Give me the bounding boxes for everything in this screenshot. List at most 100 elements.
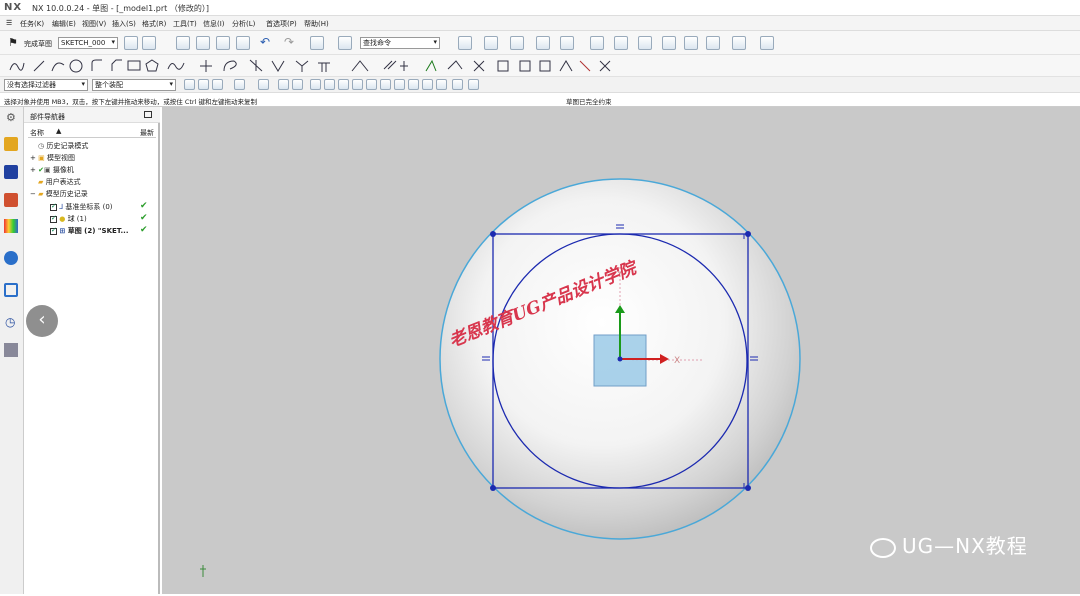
menu-insert[interactable]: 插入(S): [112, 19, 136, 29]
part-navigator-icon[interactable]: [4, 137, 18, 151]
snap-view-icon[interactable]: [684, 36, 698, 50]
status-bar: 选择对象并使用 MB3，双击，按下左键并拖动来移动，或按住 Ctrl 键和左键拖…: [0, 93, 1080, 107]
snap-endpoint-icon[interactable]: [310, 79, 321, 90]
save-icon[interactable]: [176, 36, 190, 50]
layer-icon[interactable]: [536, 36, 550, 50]
snap-bounded-icon[interactable]: [452, 79, 463, 90]
finish-sketch-button[interactable]: 完成草图: [24, 39, 52, 49]
cut-icon[interactable]: [196, 36, 210, 50]
tree-item-history-mode[interactable]: ◷ 历史记录模式: [38, 141, 88, 151]
lasso-icon[interactable]: [258, 79, 269, 90]
select-all-icon[interactable]: [184, 79, 195, 90]
history-icon[interactable]: [4, 283, 18, 297]
model-viewport[interactable]: Y X 老恩教育UG产品设计学院: [162, 107, 1080, 594]
arc-icon: [51, 62, 65, 72]
column-name[interactable]: 名称: [30, 128, 44, 138]
gear-icon[interactable]: ⚙: [6, 111, 16, 124]
sketch-name-select[interactable]: SKETCH_000: [58, 37, 118, 49]
repeat-command-icon[interactable]: [310, 36, 324, 50]
snap-surface-icon[interactable]: [436, 79, 447, 90]
tree-item-user-expressions[interactable]: ▰ 用户表达式: [38, 177, 81, 187]
tree-item-sketch[interactable]: ⊞ 草图 (2) "SKET...: [50, 226, 128, 236]
body-select-icon[interactable]: [292, 79, 303, 90]
snap-arc-center-icon[interactable]: [366, 79, 377, 90]
menu-preferences[interactable]: 首选项(P): [266, 19, 297, 29]
navigator-title: 部件导航器: [30, 113, 65, 121]
menu-edit[interactable]: 编辑(E): [52, 19, 76, 29]
snap-existing-point-icon[interactable]: [408, 79, 419, 90]
menu-tools[interactable]: 工具(T): [173, 19, 197, 29]
shaded-view-icon[interactable]: [510, 36, 524, 50]
tree-item-sphere[interactable]: ● 球 (1): [50, 214, 87, 224]
visibility-checkbox[interactable]: [50, 214, 57, 223]
csys-icon: ⅃: [59, 203, 64, 211]
vertex-point: [745, 485, 751, 491]
graphics-window[interactable]: Y X 老恩教育UG产品设计学院: [162, 107, 1080, 594]
sketch-orient-icon[interactable]: [124, 36, 138, 50]
menu-help[interactable]: 帮助(H): [304, 19, 329, 29]
column-recent[interactable]: 最新: [140, 128, 154, 138]
measure-icon[interactable]: [732, 36, 746, 50]
collapse-icon[interactable]: −: [30, 190, 36, 198]
snap-toggle-icon[interactable]: [468, 79, 479, 90]
reuse-library-icon[interactable]: [4, 219, 18, 233]
paste-icon[interactable]: [236, 36, 250, 50]
finish-flag-icon[interactable]: ⚑: [8, 36, 18, 49]
copy-icon[interactable]: [216, 36, 230, 50]
menu-info[interactable]: 信息(I): [203, 19, 225, 29]
section-view-icon[interactable]: [560, 36, 574, 50]
fit-view-icon[interactable]: [458, 36, 472, 50]
visibility-checkbox[interactable]: [50, 226, 57, 235]
select-type-icon[interactable]: [212, 79, 223, 90]
menu-view[interactable]: 视图(V): [82, 19, 106, 29]
ruler-icon[interactable]: [760, 36, 774, 50]
assembly-navigator-icon[interactable]: [4, 165, 18, 179]
rectangle-icon: [127, 60, 141, 71]
show-constraints-icon: [447, 60, 463, 70]
filter-select[interactable]: 没有选择过滤器: [4, 79, 88, 91]
search-input[interactable]: 查找命令: [360, 37, 440, 49]
work-layer-icon[interactable]: [614, 36, 628, 50]
tree-item-datum-csys[interactable]: ⅃ 基准坐标系 (0): [50, 202, 113, 212]
web-browser-icon[interactable]: [4, 251, 18, 265]
analysis-icon[interactable]: [706, 36, 720, 50]
roles-icon[interactable]: [4, 343, 18, 357]
sort-up-icon[interactable]: ▲: [56, 127, 61, 135]
menu-format[interactable]: 格式(R): [142, 19, 166, 29]
back-button[interactable]: ‹: [26, 305, 58, 337]
undo-icon[interactable]: ↶: [260, 35, 270, 49]
menu-icon[interactable]: ☰: [6, 19, 12, 27]
maximize-icon[interactable]: [144, 111, 152, 118]
menu-task[interactable]: 任务(K): [20, 19, 44, 29]
snap-intersection-icon[interactable]: [352, 79, 363, 90]
clock-icon[interactable]: ◷: [5, 315, 15, 329]
tree-item-cameras[interactable]: + ✔▣ 摄像机: [30, 165, 74, 175]
snap-midpoint-icon[interactable]: [324, 79, 335, 90]
visibility-checkbox[interactable]: [50, 202, 57, 211]
constraint-navigator-icon[interactable]: [4, 193, 18, 207]
tree-item-model-views[interactable]: + ▣ 模型视图: [30, 153, 75, 163]
rectangle-select-icon[interactable]: [234, 79, 245, 90]
redo-icon[interactable]: ↷: [284, 35, 294, 49]
tree-item-model-history[interactable]: − ▰ 模型历史记录: [30, 189, 88, 199]
assembly-select[interactable]: 整个装配: [92, 79, 176, 91]
snap-quadrant-icon[interactable]: [380, 79, 391, 90]
x-axis-label: X: [674, 356, 680, 366]
display-icon[interactable]: [590, 36, 604, 50]
status-prompt: 选择对象并使用 MB3，双击，按下左键并拖动来移动，或按住 Ctrl 键和左键拖…: [4, 98, 257, 106]
snap-control-icon[interactable]: [338, 79, 349, 90]
snap-point-on-curve-icon[interactable]: [394, 79, 405, 90]
reattach-icon[interactable]: [142, 36, 156, 50]
edit-object-display-icon[interactable]: [662, 36, 676, 50]
camera-icon: ▣: [43, 166, 51, 174]
deselect-icon[interactable]: [198, 79, 209, 90]
show-hide-icon[interactable]: [638, 36, 652, 50]
expand-icon[interactable]: +: [30, 166, 36, 174]
expand-icon[interactable]: +: [30, 154, 36, 162]
command-finder-icon[interactable]: [338, 36, 352, 50]
feature-select-icon[interactable]: [278, 79, 289, 90]
rotate-view-icon[interactable]: [484, 36, 498, 50]
snap-tangent-icon[interactable]: [422, 79, 433, 90]
menu-analysis[interactable]: 分析(L): [232, 19, 255, 29]
make-corner-icon: [351, 60, 369, 72]
